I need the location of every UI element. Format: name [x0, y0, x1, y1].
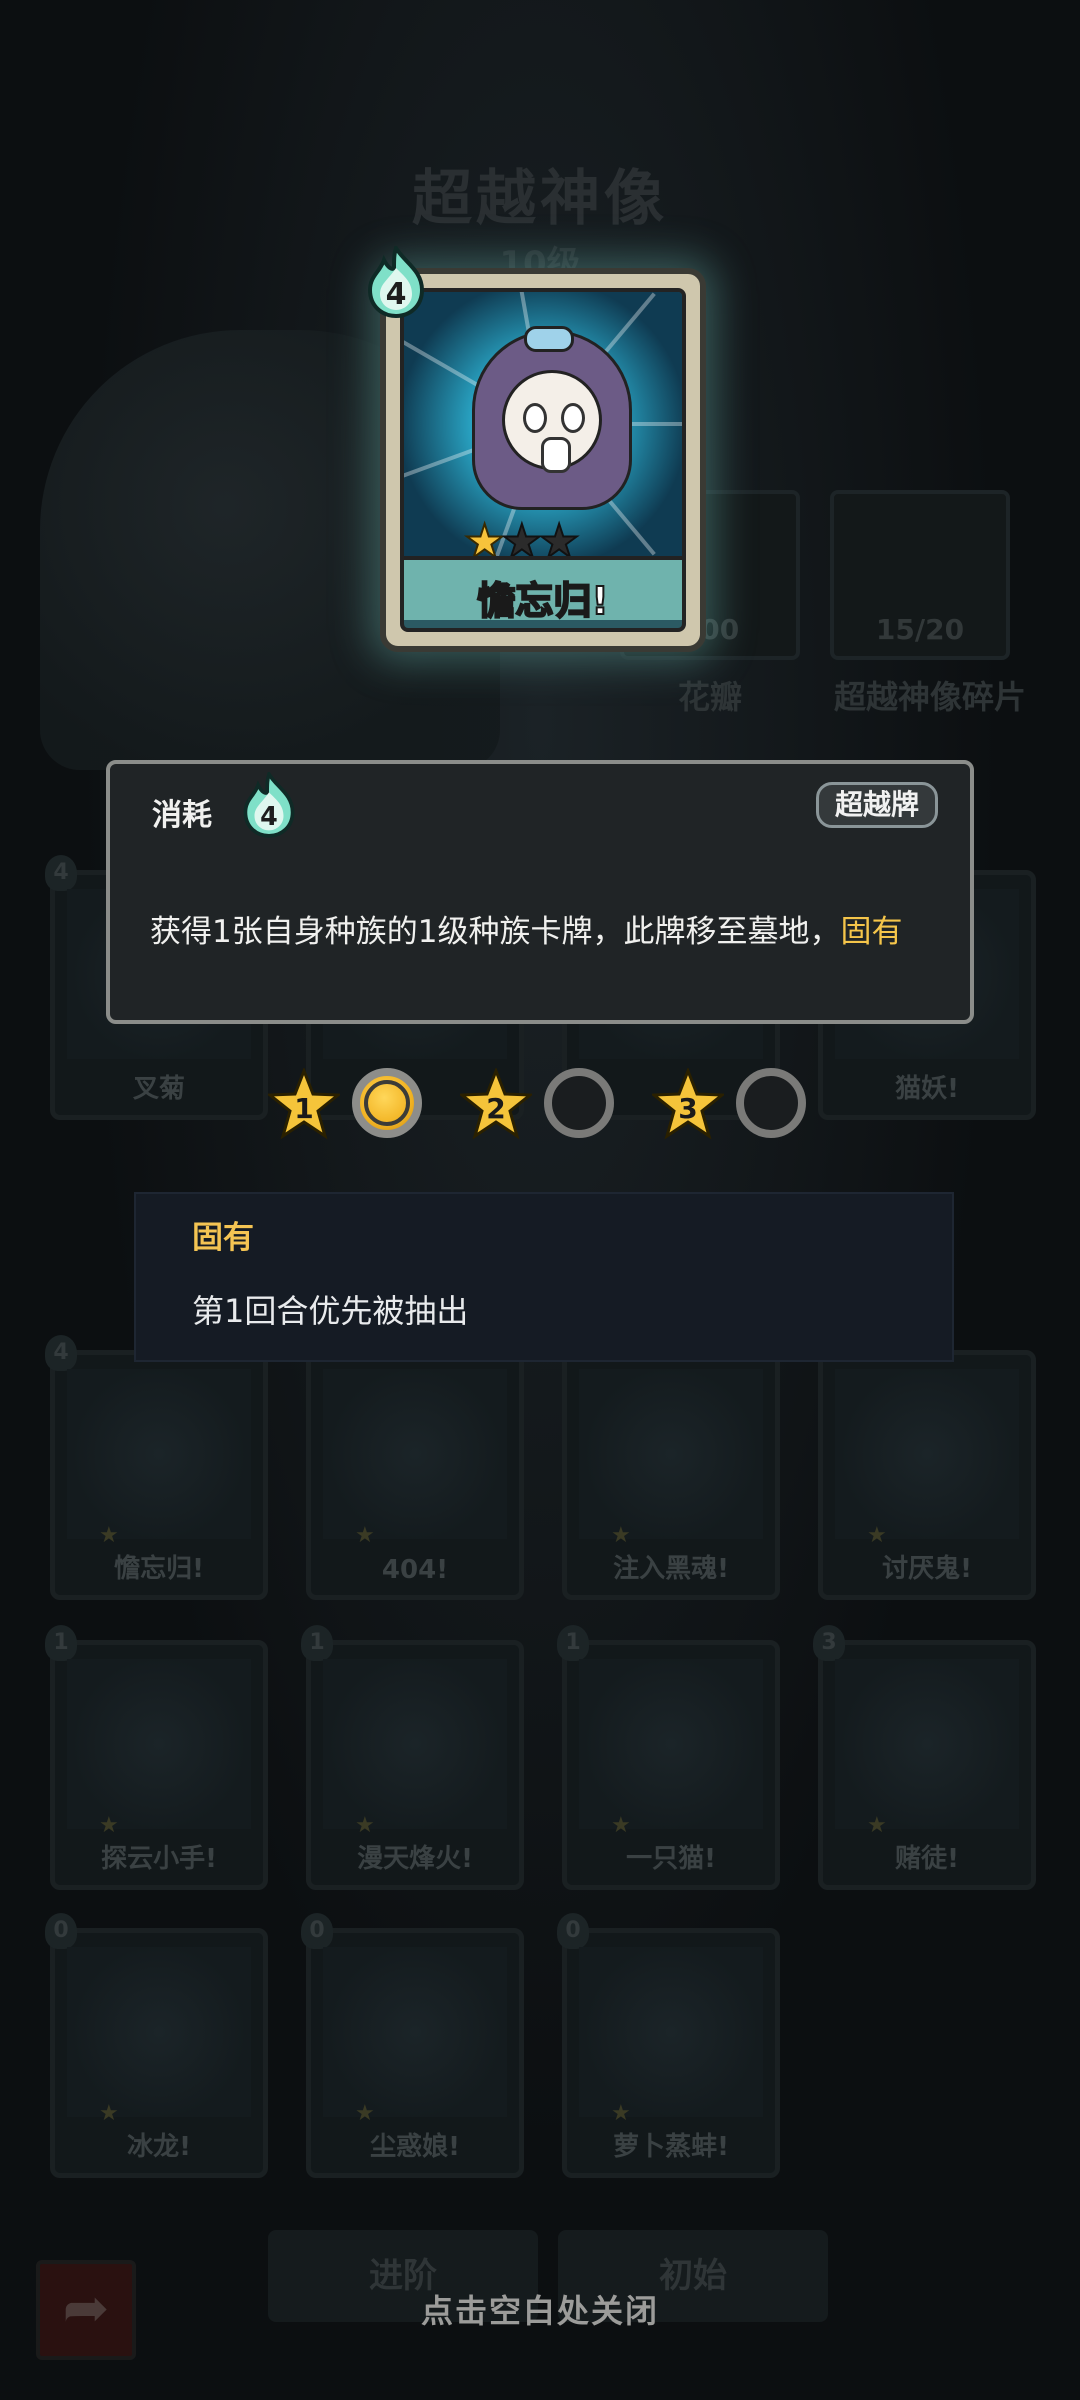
- card-star-icon: ★: [99, 1813, 119, 1838]
- card-description: 获得1张自身种族的1级种族卡牌，此牌移至墓地，固有: [150, 906, 940, 951]
- card-star-icon: ★: [355, 1523, 375, 1548]
- level-1-star-icon[interactable]: 1: [268, 1068, 340, 1140]
- card-cost: 0: [557, 1913, 589, 1949]
- featured-card[interactable]: ★★★ 憺忘归!: [380, 268, 706, 652]
- consume-label: 消耗: [152, 798, 212, 833]
- card-name: 探云小手!: [101, 1844, 217, 1874]
- character-face: [502, 370, 602, 473]
- card-info-panel: 消耗 4 超越牌 获得1张自身种族的1级种族卡牌，此牌移至墓地，固有: [106, 760, 974, 1024]
- keyword-title: 固有: [192, 1220, 254, 1256]
- card-name: 一只猫!: [626, 1844, 716, 1874]
- card-star-icon: ★: [99, 2101, 119, 2126]
- card-name: 憺忘归!: [114, 1554, 204, 1584]
- grid-card[interactable]: 4 ★ 憺忘归!: [45, 1335, 268, 1600]
- level-2-indicator: [544, 1068, 614, 1138]
- petal-label: 花瓣: [677, 678, 742, 716]
- card-name: 尘惑娘!: [370, 2132, 460, 2162]
- card-star-icon: ★: [611, 1523, 631, 1548]
- card-star-icon: ★: [99, 1523, 119, 1548]
- level-3-indicator: [736, 1068, 806, 1138]
- character-bow: [524, 326, 574, 352]
- card-art: [579, 1947, 763, 2117]
- description-text: 获得1张自身种族的1级种族卡牌，此牌移至墓地，: [150, 914, 841, 950]
- fragment-count: 15/20: [875, 613, 965, 646]
- fragment-label: 超越神像碎片: [833, 678, 1026, 716]
- card-name: 注入黑魂!: [613, 1554, 729, 1584]
- card-art: [323, 1659, 507, 1829]
- card-cost: 1: [557, 1625, 589, 1661]
- card-cost: 0: [45, 1913, 77, 1949]
- card-cost: 4: [45, 1335, 77, 1371]
- transcend-card-badge: 超越牌: [815, 782, 938, 828]
- card-frame: ★★★ 憺忘归!: [400, 288, 686, 632]
- card-name: 萝卜蒸蚌!: [613, 2132, 729, 2162]
- card-art: [579, 1659, 763, 1829]
- level-3-star-icon[interactable]: 3: [652, 1068, 724, 1140]
- card-cost: 1: [301, 1625, 333, 1661]
- card-cost: 4: [45, 855, 77, 891]
- flame-cost-icon: 4: [243, 772, 295, 838]
- card-art: [67, 1947, 251, 2117]
- card-cost: 1: [45, 1625, 77, 1661]
- card-art: [835, 1659, 1019, 1829]
- grid-card[interactable]: 0 ★ 冰龙!: [45, 1913, 268, 2178]
- card-art: [579, 1369, 763, 1539]
- card-name: 漫天烽火!: [357, 1844, 473, 1874]
- grid-card[interactable]: 1 ★ 探云小手!: [45, 1625, 268, 1890]
- card-star-icon: ★: [867, 1813, 887, 1838]
- card-star-icon: ★: [355, 1813, 375, 1838]
- description-keyword[interactable]: 固有: [840, 914, 902, 950]
- card-art: [835, 1369, 1019, 1539]
- svg-text:1: 1: [294, 1092, 313, 1125]
- svg-text:2: 2: [486, 1092, 505, 1125]
- card-star-icon: ★: [355, 2101, 375, 2126]
- card-art: [323, 1369, 507, 1539]
- card-cost: 0: [301, 1913, 333, 1949]
- grid-card[interactable]: 3 ★ 赌徒!: [813, 1625, 1036, 1890]
- card-name: 赌徒!: [895, 1844, 959, 1874]
- grid-card[interactable]: 1 ★ 一只猫!: [557, 1625, 780, 1890]
- grid-card[interactable]: ★ 404!: [306, 1350, 524, 1600]
- grid-card[interactable]: 0 ★ 萝卜蒸蚌!: [557, 1913, 780, 2178]
- keyword-description: 第1回合优先被抽出: [192, 1292, 469, 1330]
- card-name: 冰龙!: [127, 2132, 191, 2162]
- level-2-star-icon[interactable]: 2: [460, 1068, 532, 1140]
- card-star-icon: ★: [611, 2101, 631, 2126]
- flame-cost-icon: 4: [367, 246, 425, 318]
- card-art: [323, 1947, 507, 2117]
- grid-card[interactable]: 0 ★ 尘惑娘!: [301, 1913, 524, 2178]
- grid-card[interactable]: ★ 注入黑魂!: [562, 1350, 780, 1600]
- keyword-tooltip: 固有 第1回合优先被抽出: [134, 1192, 954, 1362]
- fragment-resource: 15/20: [830, 490, 1010, 660]
- grid-card[interactable]: 1 ★ 漫天烽火!: [301, 1625, 524, 1890]
- card-art: [67, 1659, 251, 1829]
- tap-to-close-hint[interactable]: 点击空白处关闭: [0, 2286, 1080, 2332]
- svg-text:3: 3: [678, 1092, 697, 1125]
- card-cost: 3: [813, 1625, 845, 1661]
- card-star-icon: ★: [867, 1523, 887, 1548]
- card-art: [67, 1369, 251, 1539]
- card-star-icon: ★: [611, 1813, 631, 1838]
- featured-card-cost: 4: [386, 277, 407, 312]
- consume-cost-value: 4: [260, 801, 278, 831]
- card-name: 讨厌鬼!: [882, 1554, 972, 1584]
- card-name: 404!: [381, 1555, 449, 1585]
- upgrade-level-row: 1 2 3: [0, 1064, 1080, 1144]
- featured-card-name: 憺忘归!: [476, 578, 609, 624]
- grid-card[interactable]: ★ 讨厌鬼!: [818, 1350, 1036, 1600]
- level-1-indicator: [352, 1068, 422, 1138]
- card-name-band: 憺忘归!: [404, 556, 682, 624]
- screen-title: 超越神像: [412, 164, 668, 234]
